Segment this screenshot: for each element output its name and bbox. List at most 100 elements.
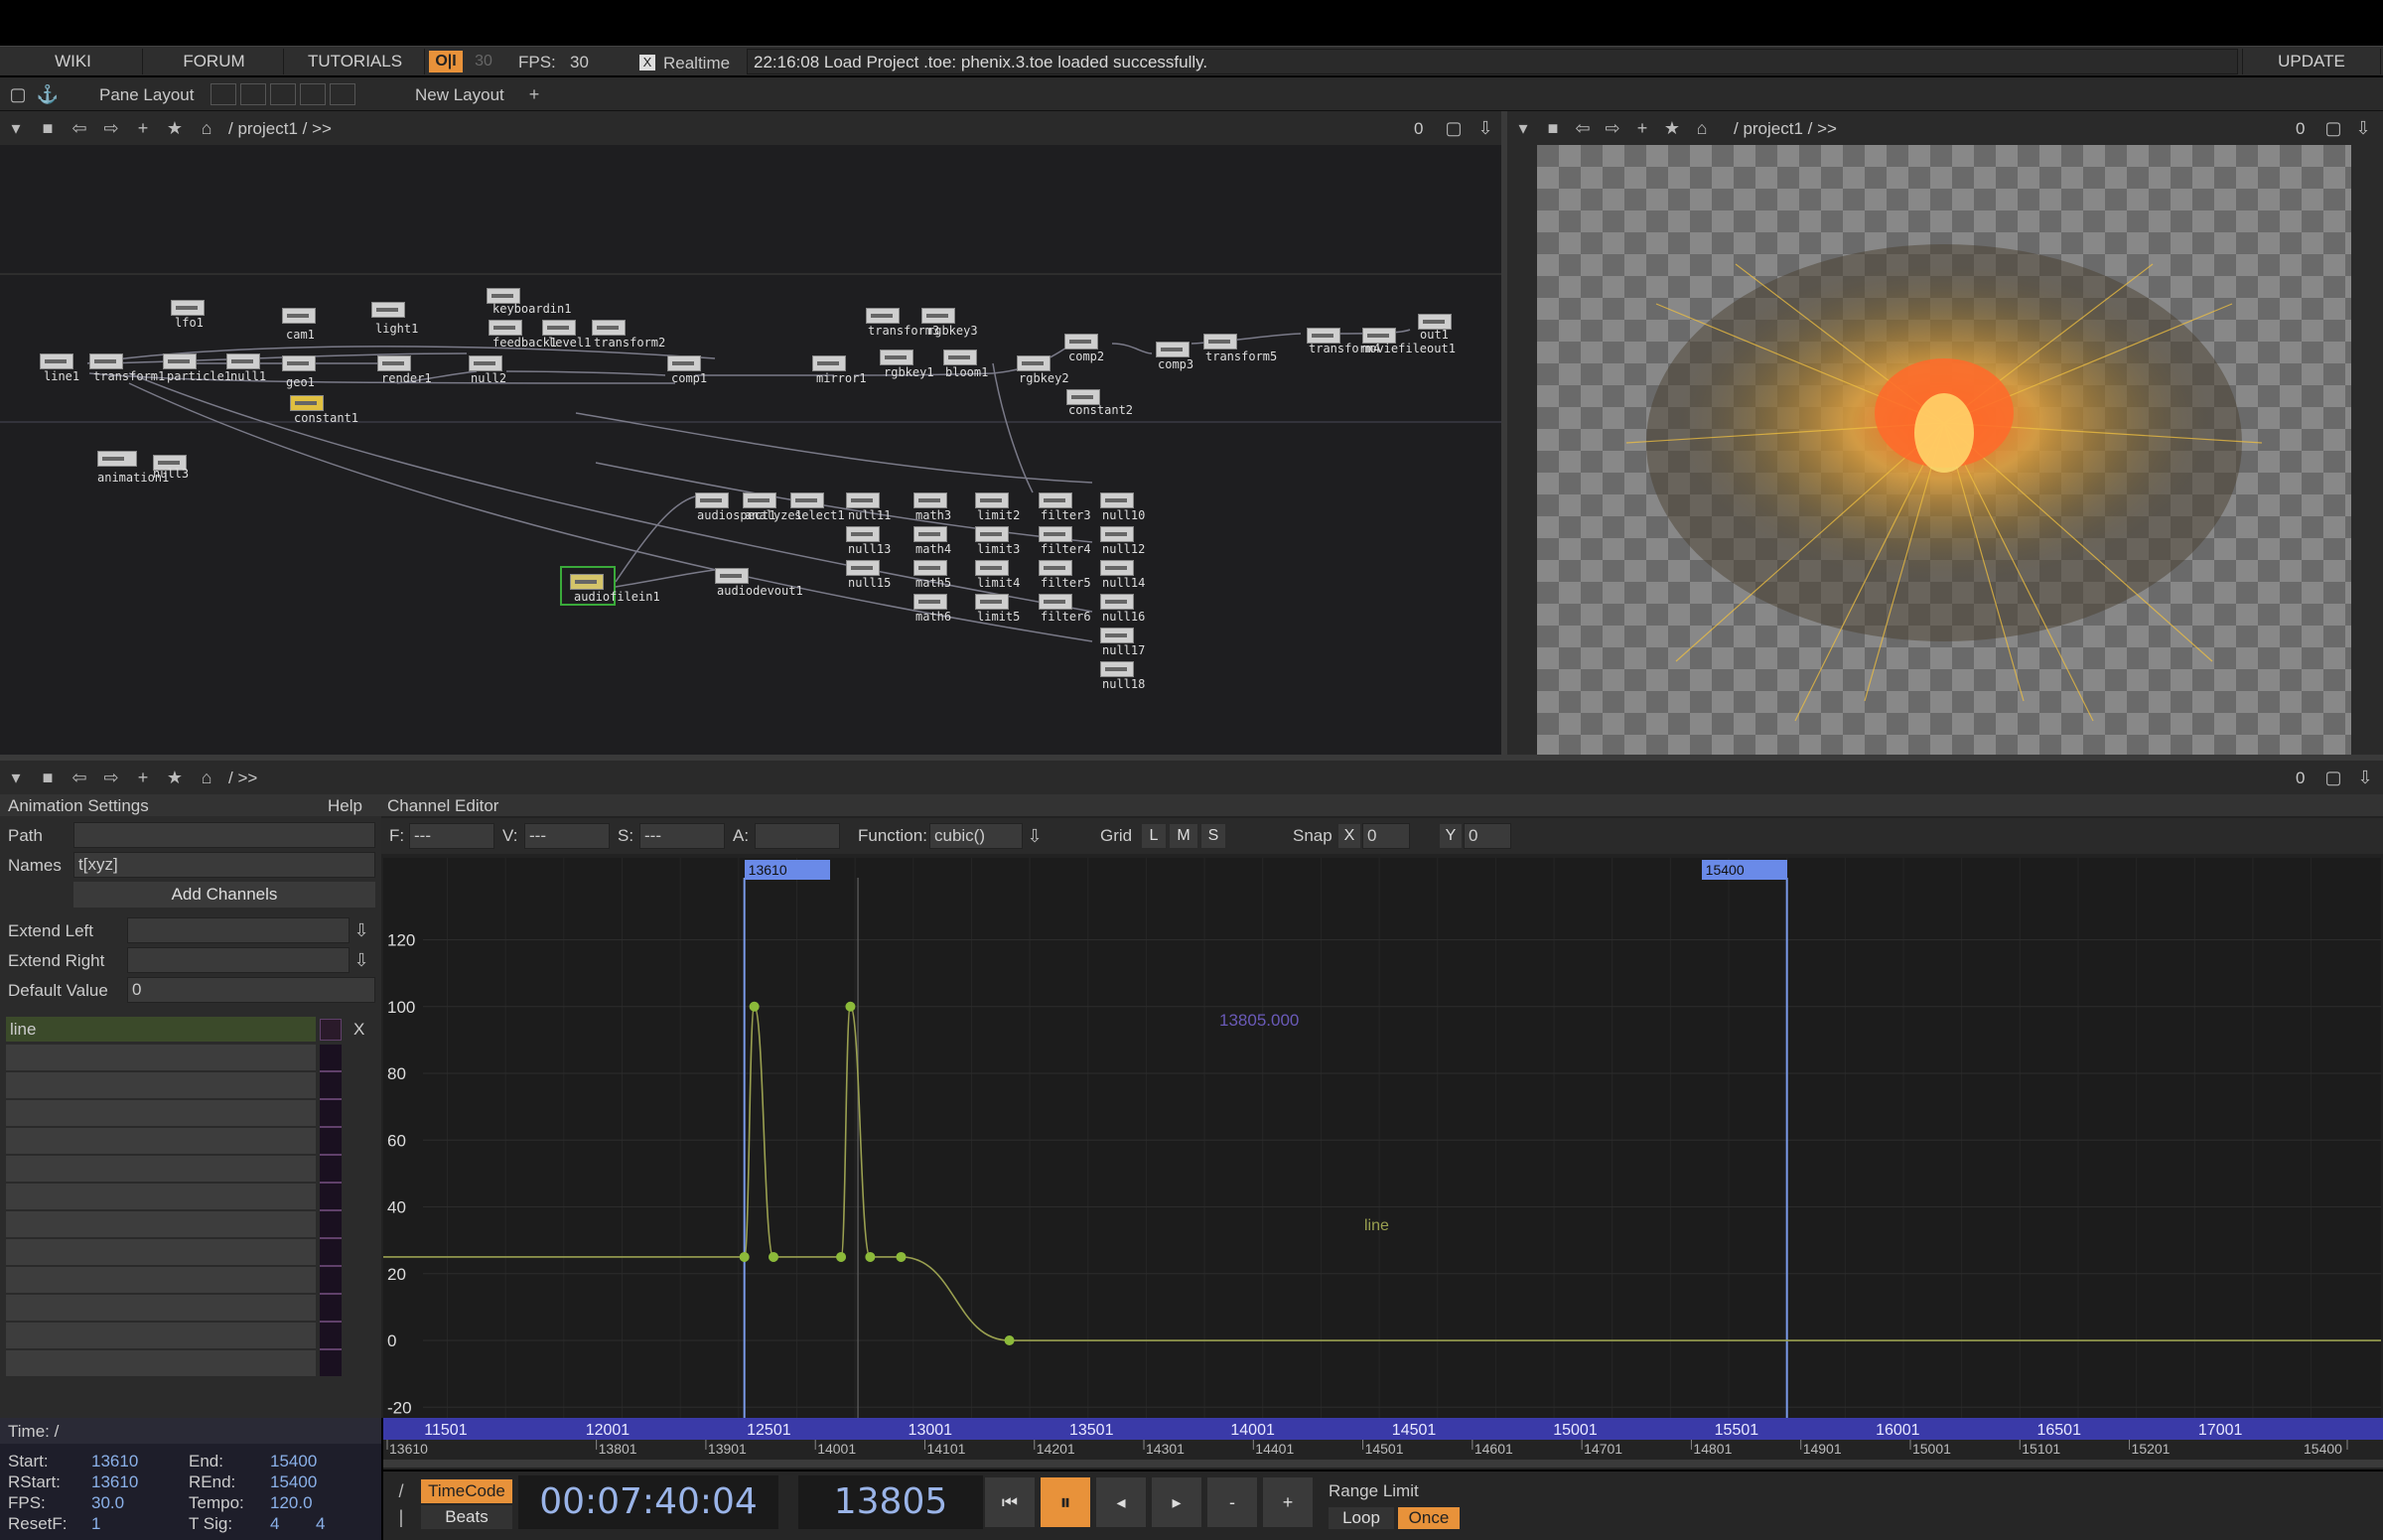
- timeline-scrollbar[interactable]: [383, 1460, 2383, 1468]
- tutorials-button[interactable]: TUTORIALS: [286, 49, 425, 74]
- pane-type-icon[interactable]: ■: [36, 116, 60, 140]
- network-editor[interactable]: lfo1 cam1 light1 keyboardin1 line1 trans…: [0, 145, 1501, 755]
- channel-color-swatch[interactable]: [320, 1019, 342, 1041]
- update-button[interactable]: UPDATE: [2242, 49, 2381, 74]
- function-field[interactable]: cubic(): [929, 823, 1023, 849]
- layout-preset-split-h[interactable]: [270, 83, 296, 105]
- pause-button[interactable]: ⏸: [1041, 1477, 1090, 1527]
- node-math4[interactable]: [913, 526, 947, 542]
- node-mirror1[interactable]: [812, 355, 846, 371]
- bottom-path[interactable]: / >>: [228, 769, 257, 788]
- extend-right-field[interactable]: [127, 947, 350, 973]
- pane-menu-icon[interactable]: ▾: [4, 116, 28, 140]
- grid-m-button[interactable]: M: [1170, 824, 1197, 848]
- timeline-ruler-fine[interactable]: 13610 13801 13901 14001 14101 14201 14301 14401…: [383, 1440, 2383, 1470]
- node-math6[interactable]: [913, 594, 947, 610]
- render-viewer[interactable]: [1507, 145, 2383, 755]
- maximize-icon[interactable]: ▢: [1442, 116, 1466, 140]
- extend-right-dropdown-icon[interactable]: ⇩: [350, 948, 373, 972]
- pane-menu-icon[interactable]: ▾: [4, 766, 28, 789]
- node-line1[interactable]: [40, 353, 73, 369]
- node-null18[interactable]: [1100, 661, 1134, 677]
- loop-toggle[interactable]: Loop: [1329, 1507, 1394, 1529]
- fps-value[interactable]: 30.0: [91, 1493, 124, 1513]
- desk-icon[interactable]: ▢: [6, 82, 30, 106]
- node-audiospect1[interactable]: [695, 492, 729, 508]
- layout-preset-single[interactable]: [210, 83, 236, 105]
- node-filter5[interactable]: [1039, 560, 1072, 576]
- extend-left-field[interactable]: [127, 917, 350, 943]
- node-rgbkey1[interactable]: [880, 350, 913, 365]
- a-field[interactable]: [755, 823, 840, 849]
- timecode-mode-icon[interactable]: /: [389, 1479, 413, 1503]
- node-light1[interactable]: [371, 302, 405, 318]
- rewind-to-start-button[interactable]: ⏮: [985, 1477, 1035, 1527]
- node-audiofilein1[interactable]: [570, 574, 604, 590]
- beats-mode-icon[interactable]: |: [389, 1505, 413, 1529]
- tsig-numerator[interactable]: 4: [270, 1514, 279, 1534]
- node-select1[interactable]: [790, 492, 824, 508]
- node-particle1[interactable]: [163, 353, 197, 369]
- start-value[interactable]: 13610: [91, 1452, 138, 1471]
- f-field[interactable]: ---: [409, 823, 494, 849]
- node-limit5[interactable]: [975, 594, 1009, 610]
- channel-remove-button[interactable]: X: [353, 1020, 364, 1040]
- node-cam1[interactable]: [282, 308, 316, 324]
- range-end-marker[interactable]: 15400: [1701, 860, 1787, 880]
- perform-mode-toggle[interactable]: O|I: [429, 51, 463, 72]
- node-comp2[interactable]: [1064, 334, 1098, 350]
- tempo-value[interactable]: 120.0: [270, 1493, 313, 1513]
- default-value-field[interactable]: 0: [127, 977, 375, 1003]
- beats-toggle[interactable]: Beats: [421, 1505, 512, 1529]
- add-channels-button[interactable]: Add Channels: [73, 882, 375, 908]
- split-icon[interactable]: ⇩: [2353, 766, 2377, 789]
- node-null10[interactable]: [1100, 492, 1134, 508]
- node-math5[interactable]: [913, 560, 947, 576]
- realtime-checkbox[interactable]: X: [639, 55, 655, 70]
- curve-graph[interactable]: 120 100 80 60 40 20 0 -20 13610 15400 13805.000…: [383, 858, 2381, 1422]
- end-value[interactable]: 15400: [270, 1452, 317, 1471]
- names-field[interactable]: t[xyz]: [73, 852, 375, 878]
- bookmark-icon[interactable]: ★: [163, 116, 187, 140]
- snap-x-field[interactable]: 0: [1362, 823, 1410, 849]
- viewer-path[interactable]: / project1 / >>: [1734, 119, 1837, 139]
- node-level1[interactable]: [542, 320, 576, 336]
- node-math3[interactable]: [913, 492, 947, 508]
- layout-preset-split-v[interactable]: [240, 83, 266, 105]
- range-start-marker[interactable]: 13610: [744, 860, 830, 880]
- v-field[interactable]: ---: [524, 823, 610, 849]
- forward-icon[interactable]: ⇨: [99, 766, 123, 789]
- timeline-ruler-coarse[interactable]: 11501 12001 12501 13001 13501 14001 14501 15001…: [383, 1418, 2383, 1440]
- node-limit2[interactable]: [975, 492, 1009, 508]
- node-rgbkey2[interactable]: [1017, 355, 1051, 371]
- split-icon[interactable]: ⇩: [1473, 116, 1497, 140]
- decrement-button[interactable]: -: [1207, 1477, 1257, 1527]
- node-animation1[interactable]: [97, 451, 137, 467]
- node-analyze1[interactable]: [743, 492, 776, 508]
- wiki-button[interactable]: WIKI: [4, 49, 143, 74]
- node-limit3[interactable]: [975, 526, 1009, 542]
- home-icon[interactable]: ⌂: [1690, 116, 1714, 140]
- node-filter6[interactable]: [1039, 594, 1072, 610]
- channel-row-line[interactable]: line: [6, 1017, 316, 1043]
- help-button[interactable]: Help: [328, 796, 362, 816]
- node-filter4[interactable]: [1039, 526, 1072, 542]
- node-geo1[interactable]: [282, 355, 316, 371]
- node-transform3[interactable]: [866, 308, 900, 324]
- forum-button[interactable]: FORUM: [145, 49, 284, 74]
- node-null1[interactable]: [226, 353, 260, 369]
- grid-s-button[interactable]: S: [1201, 824, 1225, 848]
- bookmark-icon[interactable]: ★: [163, 766, 187, 789]
- extend-left-dropdown-icon[interactable]: ⇩: [350, 918, 373, 942]
- pane-menu-icon[interactable]: ▾: [1511, 116, 1535, 140]
- frame-display[interactable]: 13805: [798, 1475, 983, 1529]
- path-field[interactable]: [73, 822, 375, 848]
- function-dropdown-icon[interactable]: ⇩: [1023, 824, 1047, 848]
- node-null14[interactable]: [1100, 560, 1134, 576]
- node-null2[interactable]: [469, 355, 502, 371]
- resetf-value[interactable]: 1: [91, 1514, 100, 1534]
- maximize-icon[interactable]: ▢: [2321, 766, 2345, 789]
- back-icon[interactable]: ⇦: [68, 766, 91, 789]
- add-icon[interactable]: +: [131, 116, 155, 140]
- maximize-icon[interactable]: ▢: [2321, 116, 2345, 140]
